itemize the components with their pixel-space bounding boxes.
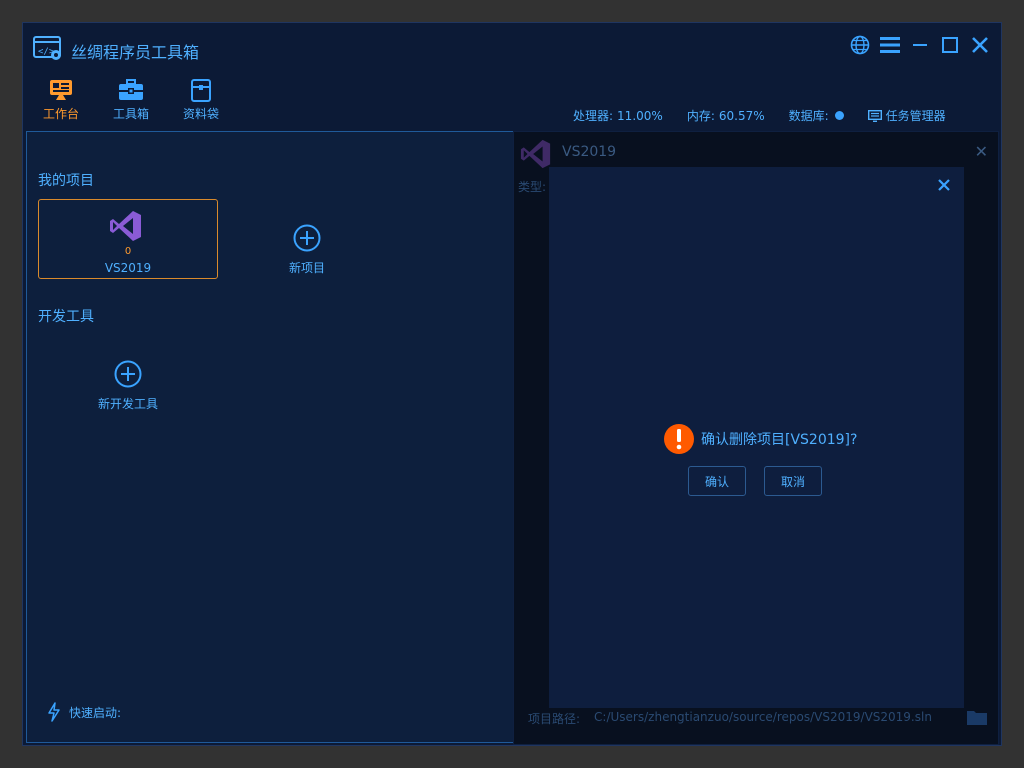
nav-toolbox-label: 工具箱 [112, 107, 149, 121]
dialog-message: 确认删除项目[VS2019]? [701, 432, 858, 448]
app-window: </> 丝绸程序员工具箱 工作台 工具箱 资料袋 处理器: 11.00% 内存:… [22, 22, 1002, 746]
confirm-delete-dialog: 确认删除项目[VS2019]? 确认 取消 [549, 167, 964, 708]
new-project-label: 新项目 [288, 261, 325, 275]
main-nav: 工作台 工具箱 资料袋 [37, 75, 225, 122]
warning-icon [664, 424, 694, 454]
nav-workbench[interactable]: 工作台 [37, 75, 85, 122]
toolbox-icon [119, 79, 143, 100]
add-circle-icon [114, 360, 142, 388]
nav-toolbox[interactable]: 工具箱 [107, 75, 155, 122]
close-icon[interactable] [969, 34, 991, 56]
dialog-message-row: 确认删除项目[VS2019]? [663, 423, 857, 455]
system-stats: 处理器: 11.00% 内存: 60.57% 数据库: 任务管理器 [573, 107, 946, 124]
memory-value: 60.57% [718, 108, 765, 123]
detail-close-icon[interactable]: ✕ [975, 142, 988, 161]
visual-studio-icon [110, 211, 141, 241]
cancel-button[interactable]: 取消 [764, 466, 822, 496]
nav-briefcase[interactable]: 资料袋 [177, 75, 225, 122]
dialog-close-icon[interactable] [936, 177, 952, 193]
globe-icon[interactable] [849, 34, 871, 56]
task-manager-label: 任务管理器 [885, 109, 946, 123]
task-manager-icon [867, 109, 882, 122]
cpu-value: 11.00% [617, 108, 663, 123]
cpu-stat: 处理器: 11.00% [573, 107, 663, 124]
cpu-label: 处理器: [573, 109, 614, 123]
maximize-icon[interactable] [939, 34, 961, 56]
memory-stat: 内存: 60.57% [687, 107, 765, 124]
briefcase-icon [191, 79, 211, 102]
add-circle-icon [293, 224, 321, 252]
confirm-button[interactable]: 确认 [688, 466, 746, 496]
project-count: 0 [124, 246, 132, 257]
detail-path: 项目路径: C:/Users/zhengtianzuo/source/repos… [528, 710, 932, 727]
workbench-panel: 我的项目 0 VS2019 新项目 开发工具 新开发工具 快速启动: [26, 131, 516, 743]
path-label: 项目路径: [528, 712, 581, 726]
app-logo-icon: </> [33, 36, 61, 60]
new-dev-tool-label: 新开发工具 [97, 397, 158, 411]
nav-workbench-label: 工作台 [42, 107, 79, 121]
memory-label: 内存: [686, 109, 715, 123]
new-dev-tool-button[interactable]: 新开发工具 [93, 360, 163, 412]
database-status-dot [834, 111, 844, 120]
detail-title: VS2019 [562, 144, 617, 160]
lightning-icon [48, 702, 60, 722]
database-stat: 数据库: [789, 107, 844, 124]
dev-tools-title: 开发工具 [38, 309, 94, 325]
task-manager-button[interactable]: 任务管理器 [867, 107, 946, 124]
quick-launch-label: 快速启动: [69, 705, 122, 720]
detail-type-label: 类型: [518, 180, 547, 194]
menu-icon[interactable] [879, 34, 901, 56]
database-label: 数据库: [788, 109, 829, 123]
workbench-icon [50, 80, 72, 100]
new-project-button[interactable]: 新项目 [277, 224, 337, 276]
app-title: 丝绸程序员工具箱 [71, 43, 200, 62]
project-card-vs2019[interactable]: 0 VS2019 [38, 199, 218, 279]
visual-studio-icon [520, 139, 551, 169]
nav-briefcase-label: 资料袋 [182, 107, 219, 121]
quick-launch: 快速启动: [47, 702, 121, 722]
project-name: VS2019 [104, 261, 152, 275]
minimize-icon[interactable] [909, 34, 931, 56]
my-projects-title: 我的项目 [38, 173, 94, 189]
path-value: C:/Users/zhengtianzuo/source/repos/VS201… [594, 710, 932, 724]
title-bar: </> 丝绸程序员工具箱 [23, 23, 1001, 75]
folder-icon[interactable] [966, 708, 988, 726]
